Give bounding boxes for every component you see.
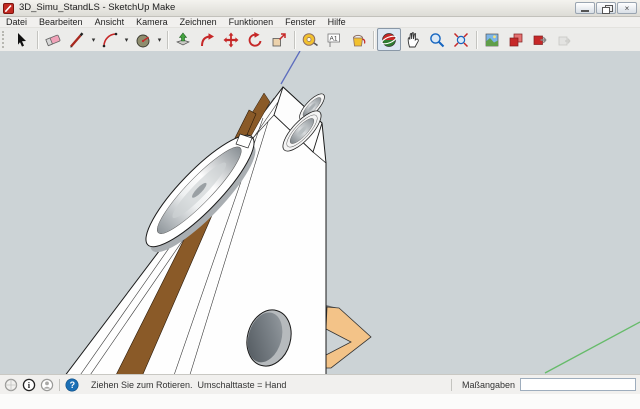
toolbar-separator [37, 31, 38, 49]
get-models-button[interactable] [504, 28, 528, 51]
paint-bucket-tool-button[interactable] [346, 28, 370, 51]
statusbar-separator [451, 379, 452, 391]
model-viewport[interactable] [0, 51, 640, 374]
rotate-icon [247, 32, 263, 48]
follow-me-tool-button[interactable] [195, 28, 219, 51]
menu-funktionen[interactable]: Funktionen [223, 17, 280, 27]
minimize-icon [581, 10, 589, 12]
menu-fenster[interactable]: Fenster [279, 17, 322, 27]
text-tool-button[interactable]: A1 [322, 28, 346, 51]
close-button[interactable]: × [617, 2, 637, 14]
circle-dropdown-icon[interactable]: ▾ [155, 36, 164, 44]
tape-measure-tool-button[interactable] [298, 28, 322, 51]
getting-started-toolbar: ▾ ▾ ▾ [0, 28, 640, 52]
zoom-extents-icon [453, 32, 469, 48]
close-icon: × [625, 4, 630, 13]
pan-tool-button[interactable] [401, 28, 425, 51]
toolbar-drag-handle[interactable] [2, 31, 6, 48]
line-dropdown-icon[interactable]: ▾ [89, 36, 98, 44]
menu-bearbeiten[interactable]: Bearbeiten [33, 17, 89, 27]
menu-bar: Datei Bearbeiten Ansicht Kamera Zeichnen… [0, 17, 640, 28]
menu-zeichnen[interactable]: Zeichnen [174, 17, 223, 27]
toolbar-separator [476, 31, 477, 49]
push-pull-icon [175, 32, 191, 48]
arc-tool-button[interactable] [98, 28, 122, 51]
menu-ansicht[interactable]: Ansicht [89, 17, 131, 27]
tape-measure-icon [302, 32, 318, 48]
geolocation-icon[interactable] [4, 378, 18, 392]
credits-info-icon[interactable]: i [22, 378, 36, 392]
scale-tool-button[interactable] [267, 28, 291, 51]
paint-bucket-icon [350, 32, 366, 48]
orbit-tool-button[interactable] [377, 28, 401, 51]
orbit-icon [381, 32, 397, 48]
zoom-tool-button[interactable] [425, 28, 449, 51]
rotate-tool-button[interactable] [243, 28, 267, 51]
measurements-label: Maßangaben [462, 380, 515, 390]
zoom-extents-tool-button[interactable] [449, 28, 473, 51]
add-location-icon [484, 32, 500, 48]
add-location-button[interactable] [480, 28, 504, 51]
circle-icon [135, 32, 151, 48]
arc-icon [102, 32, 118, 48]
share-model-icon [532, 32, 548, 48]
share-disabled-icon [556, 32, 572, 48]
sketchup-app-icon [3, 3, 14, 14]
line-tool-button[interactable] [65, 28, 89, 51]
toolbar-separator [294, 31, 295, 49]
svg-text:?: ? [70, 380, 76, 390]
sign-in-user-icon[interactable] [40, 378, 54, 392]
eraser-tool-button[interactable] [41, 28, 65, 51]
window-title: 3D_Simu_StandLS - SketchUp Make [19, 0, 175, 16]
toolbar-separator [167, 31, 168, 49]
eraser-icon [45, 32, 61, 48]
pencil-icon [69, 32, 85, 48]
zoom-icon [429, 32, 445, 48]
help-icon[interactable]: ? [65, 378, 79, 392]
status-hint-text: Ziehen Sie zum Rotieren. Umschalttaste =… [91, 380, 286, 390]
select-tool-button[interactable] [10, 28, 34, 51]
measurements-input[interactable] [520, 378, 636, 391]
minimize-button[interactable] [575, 2, 595, 14]
get-models-icon [508, 32, 524, 48]
share-disabled-button[interactable] [552, 28, 576, 51]
svg-text:A1: A1 [330, 35, 338, 42]
title-bar: 3D_Simu_StandLS - SketchUp Make × [0, 0, 640, 17]
restore-button[interactable] [596, 2, 616, 14]
push-pull-tool-button[interactable] [171, 28, 195, 51]
select-arrow-icon [14, 32, 30, 48]
circle-tool-button[interactable] [131, 28, 155, 51]
move-tool-button[interactable] [219, 28, 243, 51]
status-bar: i ? Ziehen Sie zum Rotieren. Umschalttas… [0, 374, 640, 394]
menu-kamera[interactable]: Kamera [130, 17, 174, 27]
toolbar-separator [373, 31, 374, 49]
menu-datei[interactable]: Datei [0, 17, 33, 27]
statusbar-separator [59, 379, 60, 391]
share-model-button[interactable] [528, 28, 552, 51]
arc-dropdown-icon[interactable]: ▾ [122, 36, 131, 44]
move-icon [223, 32, 239, 48]
follow-me-icon [199, 32, 215, 48]
pan-hand-icon [405, 32, 421, 48]
text-icon: A1 [326, 32, 342, 48]
window-bottom-strip [0, 394, 640, 409]
model-canvas[interactable] [0, 51, 640, 374]
menu-hilfe[interactable]: Hilfe [322, 17, 352, 27]
scale-icon [271, 32, 287, 48]
